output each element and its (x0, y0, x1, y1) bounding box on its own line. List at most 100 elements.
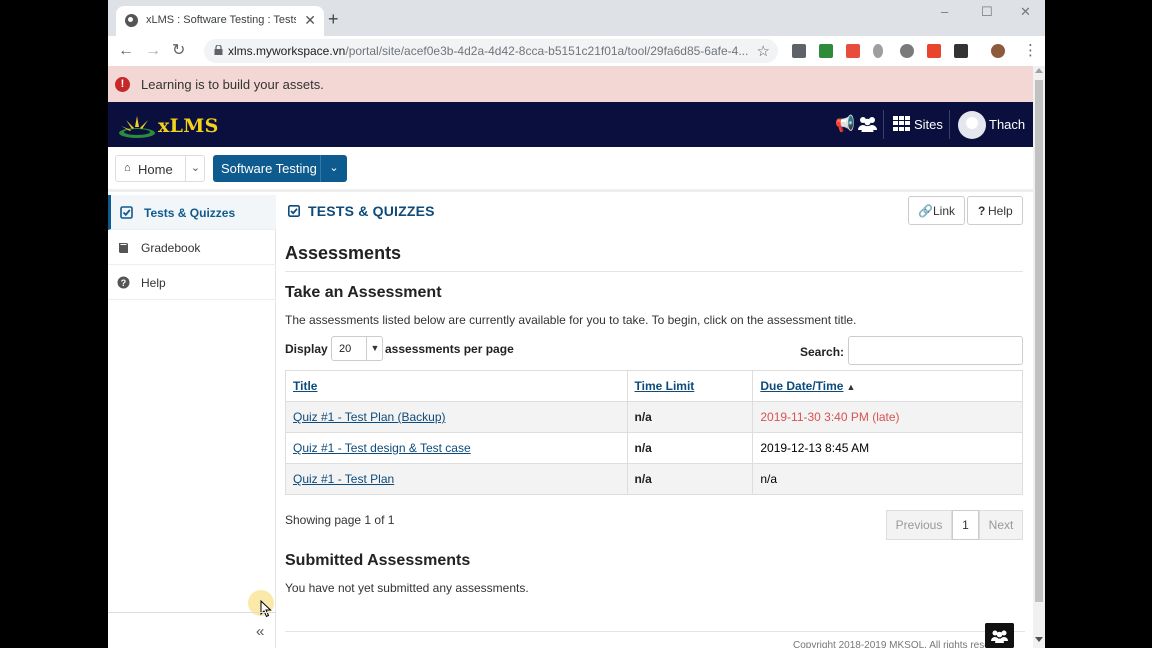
next-page-button[interactable]: Next (979, 510, 1023, 540)
red-extension-icon[interactable] (846, 44, 860, 58)
footer-divider (285, 631, 1025, 632)
chevron-down-icon[interactable]: ⌄ (185, 156, 205, 181)
previous-page-button[interactable]: Previous (886, 510, 952, 540)
question-icon: ? (978, 204, 986, 218)
assessment-title-cell: Quiz #1 - Test Plan (285, 463, 628, 495)
scroll-down-icon[interactable] (1035, 637, 1043, 642)
tool-sidebar: Tests & Quizzes Gradebook ? Help « (108, 195, 276, 648)
tool-title: TESTS & QUIZZES (288, 203, 435, 219)
user-name[interactable]: Thach (989, 117, 1025, 132)
table-row: Quiz #1 - Test design & Test case n/a 20… (285, 432, 1023, 464)
bullhorn-icon[interactable]: 📢 (835, 114, 855, 134)
tab-close-icon[interactable]: ✕ (304, 12, 316, 28)
page-scrollbar[interactable] (1033, 66, 1045, 648)
section-title-take: Take an Assessment (285, 284, 442, 301)
scroll-thumb[interactable] (1035, 80, 1043, 602)
sidebar-item-gradebook[interactable]: Gradebook (108, 230, 276, 265)
sidebar-collapse-bar: « (108, 612, 276, 648)
sort-title-link[interactable]: Title (293, 379, 317, 393)
assessment-link[interactable]: Quiz #1 - Test Plan (293, 472, 394, 486)
divider (285, 271, 1023, 272)
table-header-row: Title Time Limit Due Date/Time ▲ (285, 370, 1023, 402)
facebook-extension-icon[interactable] (792, 44, 806, 58)
users-icon[interactable] (858, 116, 877, 132)
scroll-up-icon[interactable] (1035, 68, 1043, 73)
page-1-button[interactable]: 1 (952, 510, 979, 540)
assessments-table: Title Time Limit Due Date/Time ▲ Quiz #1 … (285, 370, 1023, 495)
svg-text:?: ? (121, 278, 127, 288)
gear-extension-icon[interactable] (900, 44, 914, 58)
tool-title-text: TESTS & QUIZZES (308, 203, 435, 219)
search-input[interactable] (848, 336, 1023, 365)
site-label: Software Testing (221, 161, 317, 176)
close-window-button[interactable]: ✕ (1020, 4, 1031, 20)
home-button[interactable]: ⌂ Home ⌄ (115, 155, 205, 182)
sort-time-limit-link[interactable]: Time Limit (635, 379, 695, 393)
screen: xLMS : Software Testing : Tests & Quizze… (0, 0, 1152, 648)
sidebar-item-tests-quizzes[interactable]: Tests & Quizzes (108, 195, 276, 230)
feedback-users-icon[interactable] (985, 623, 1014, 648)
caret-down-icon: ▼ (366, 337, 383, 360)
chevron-down-icon[interactable]: ⌄ (320, 155, 347, 182)
portal-header: xLMS 📢 Sites Thach (108, 102, 1033, 147)
collapse-sidebar-icon[interactable]: « (256, 623, 264, 640)
excel-extension-icon[interactable] (819, 44, 833, 58)
header-divider (949, 110, 950, 139)
page-size-select[interactable]: 20 ▼ (331, 336, 383, 361)
due-date-cell: 2019-11-30 3:40 PM (late) (752, 401, 1023, 433)
site-nav: ⌂ Home ⌄ Software Testing ⌄ (108, 147, 1033, 192)
pagination-status: Showing page 1 of 1 (285, 513, 395, 527)
globe-icon (125, 14, 138, 27)
assessment-link[interactable]: Quiz #1 - Test Plan (Backup) (293, 410, 446, 424)
sidebar-item-label: Gradebook (141, 241, 201, 255)
motd-alert: ! Learning is to build your assets. (108, 66, 1033, 102)
pdf-extension-icon[interactable] (927, 44, 941, 58)
sites-grid-icon[interactable] (893, 116, 910, 131)
tab-title: xLMS : Software Testing : Tests & Quizze… (146, 14, 296, 26)
sidebar-item-help[interactable]: ? Help (108, 265, 276, 300)
bookmark-star-icon[interactable]: ☆ (757, 42, 770, 60)
table-row: Quiz #1 - Test Plan n/a n/a (285, 463, 1023, 495)
sites-button[interactable]: Sites (914, 117, 943, 132)
back-arrow-icon[interactable]: ← (118, 41, 134, 61)
download-extension-icon[interactable] (873, 44, 883, 58)
table-row: Quiz #1 - Test Plan (Backup) n/a 2019-11… (285, 401, 1023, 433)
check-square-icon (288, 205, 300, 217)
page-title: Assessments (285, 243, 402, 263)
column-header-due-date[interactable]: Due Date/Time ▲ (752, 370, 1023, 402)
clip-extension-icon[interactable] (954, 44, 968, 58)
forward-arrow-icon[interactable]: → (145, 41, 161, 61)
due-date-cell: 2019-12-13 8:45 AM (752, 432, 1023, 464)
new-tab-button[interactable]: + (328, 9, 339, 29)
tool-main: TESTS & QUIZZES 🔗 Link ? Help Assessment… (285, 195, 1025, 648)
time-limit-cell: n/a (626, 463, 754, 495)
user-avatar[interactable] (958, 111, 986, 139)
maximize-button[interactable]: ☐ (981, 4, 993, 20)
assessment-link[interactable]: Quiz #1 - Test design & Test case (293, 441, 471, 455)
profile-avatar-icon[interactable] (991, 44, 1005, 58)
home-icon: ⌂ (124, 162, 131, 174)
minimize-button[interactable]: – (941, 4, 948, 19)
due-date-cell: n/a (752, 463, 1023, 495)
copyright-text: Copyright 2018-2019 MKSOL. All rights re… (793, 640, 1010, 648)
assessment-title-cell: Quiz #1 - Test Plan (Backup) (285, 401, 628, 433)
address-bar[interactable]: xlms.myworkspace.vn/portal/site/acef0e3b… (204, 39, 778, 63)
time-limit-cell: n/a (626, 432, 754, 464)
browser-window: xLMS : Software Testing : Tests & Quizze… (108, 0, 1045, 648)
link-button[interactable]: 🔗 Link (908, 196, 965, 225)
browser-tab[interactable]: xLMS : Software Testing : Tests & Quizze… (116, 6, 324, 36)
menu-dots-icon[interactable]: ⋮ (1023, 41, 1038, 59)
column-header-time-limit[interactable]: Time Limit (626, 370, 754, 402)
page-size-value: 20 (339, 343, 352, 355)
alert-text: Learning is to build your assets. (141, 77, 324, 92)
search-label: Search: (800, 345, 845, 359)
home-label: Home (138, 162, 173, 177)
sort-due-date-link[interactable]: Due Date/Time (760, 379, 843, 393)
reload-icon[interactable]: ↻ (172, 41, 185, 61)
help-button[interactable]: ? Help (967, 196, 1023, 225)
help-label: Help (988, 204, 1013, 218)
column-header-title[interactable]: Title (285, 370, 628, 402)
current-site-button[interactable]: Software Testing ⌄ (213, 155, 347, 182)
section-title-submitted: Submitted Assessments (285, 552, 471, 569)
display-label: Display (285, 342, 328, 356)
